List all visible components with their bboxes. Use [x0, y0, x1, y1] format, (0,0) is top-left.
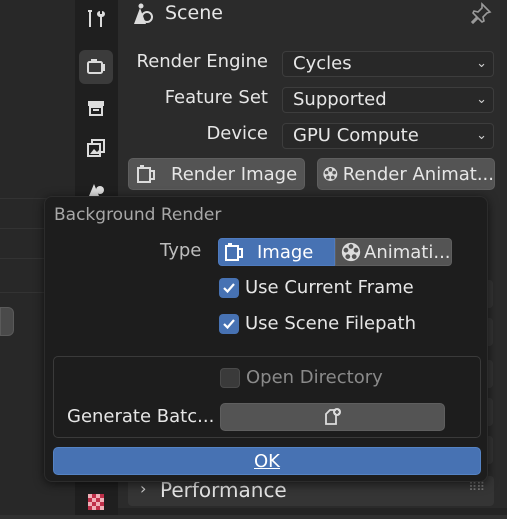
open-directory-label: Open Directory	[246, 367, 383, 388]
render-image-button[interactable]: Render Image	[128, 158, 305, 190]
type-option-image-label: Image	[257, 241, 314, 263]
use-scene-filepath-checkbox[interactable]	[219, 313, 239, 334]
printer-icon	[88, 101, 104, 116]
use-current-frame-checkbox[interactable]	[219, 277, 239, 298]
chevron-down-icon: ⌄	[476, 128, 487, 143]
use-current-frame-label: Use Current Frame	[245, 277, 414, 298]
open-directory-row[interactable]: Open Directory	[220, 367, 383, 388]
pin-icon[interactable]	[470, 2, 492, 24]
render-engine-dropdown[interactable]: Cycles ⌄	[282, 51, 494, 77]
render-still-icon	[225, 243, 243, 261]
use-scene-filepath-row[interactable]: Use Scene Filepath	[219, 313, 416, 334]
checkmark-icon	[223, 282, 235, 293]
context-title: Scene	[165, 2, 223, 24]
camera-back-icon	[87, 59, 105, 74]
tab-render[interactable]	[79, 50, 113, 84]
tab-output[interactable]	[79, 91, 113, 125]
device-dropdown[interactable]: GPU Compute ⌄	[282, 123, 494, 149]
new-file-icon	[324, 408, 341, 425]
render-engine-label: Render Engine	[136, 51, 269, 72]
render-animation-label: Render Animat...	[342, 163, 494, 185]
outliner-field[interactable]	[0, 307, 14, 336]
feature-set-dropdown[interactable]: Supported ⌄	[282, 87, 494, 113]
chevron-down-icon: ⌄	[476, 92, 487, 107]
type-option-animation[interactable]: Animati...	[335, 238, 452, 266]
generate-batch-label: Generate Batc...	[67, 406, 215, 427]
popup-title: Background Render	[54, 205, 222, 225]
scene-icon	[89, 184, 104, 196]
render-animation-button[interactable]: Render Animat...	[317, 158, 495, 190]
open-directory-checkbox[interactable]	[220, 367, 240, 388]
ok-button[interactable]: OK	[53, 447, 481, 475]
chevron-down-icon: ⌄	[476, 56, 487, 71]
scene-icon	[134, 3, 153, 24]
render-engine-value: Cycles	[293, 53, 352, 74]
image-stack-icon	[87, 139, 105, 157]
type-option-image[interactable]: Image	[218, 238, 335, 266]
drag-handle-icon[interactable]: ⠿⠿	[468, 480, 485, 494]
generate-batch-button[interactable]	[220, 403, 445, 431]
wrench-screwdriver-icon	[88, 10, 105, 27]
tab-tool[interactable]	[79, 2, 113, 36]
feature-set-value: Supported	[293, 89, 387, 110]
film-reel-icon	[341, 242, 361, 262]
panel-gap	[118, 508, 507, 515]
checkmark-icon	[223, 318, 235, 329]
type-option-animation-label: Animati...	[364, 241, 451, 263]
render-still-icon	[137, 165, 155, 183]
film-reel-icon	[323, 167, 338, 181]
use-current-frame-row[interactable]: Use Current Frame	[219, 277, 414, 298]
tab-view-layer[interactable]	[79, 131, 113, 165]
ok-label: OK	[254, 450, 280, 472]
device-label: Device	[206, 123, 268, 144]
checker-texture-icon	[88, 494, 104, 510]
use-scene-filepath-label: Use Scene Filepath	[245, 313, 416, 334]
feature-set-label: Feature Set	[164, 87, 268, 108]
type-label: Type	[160, 240, 202, 261]
tab-texture[interactable]	[79, 485, 113, 519]
render-image-label: Render Image	[171, 163, 298, 185]
device-value: GPU Compute	[293, 125, 419, 146]
